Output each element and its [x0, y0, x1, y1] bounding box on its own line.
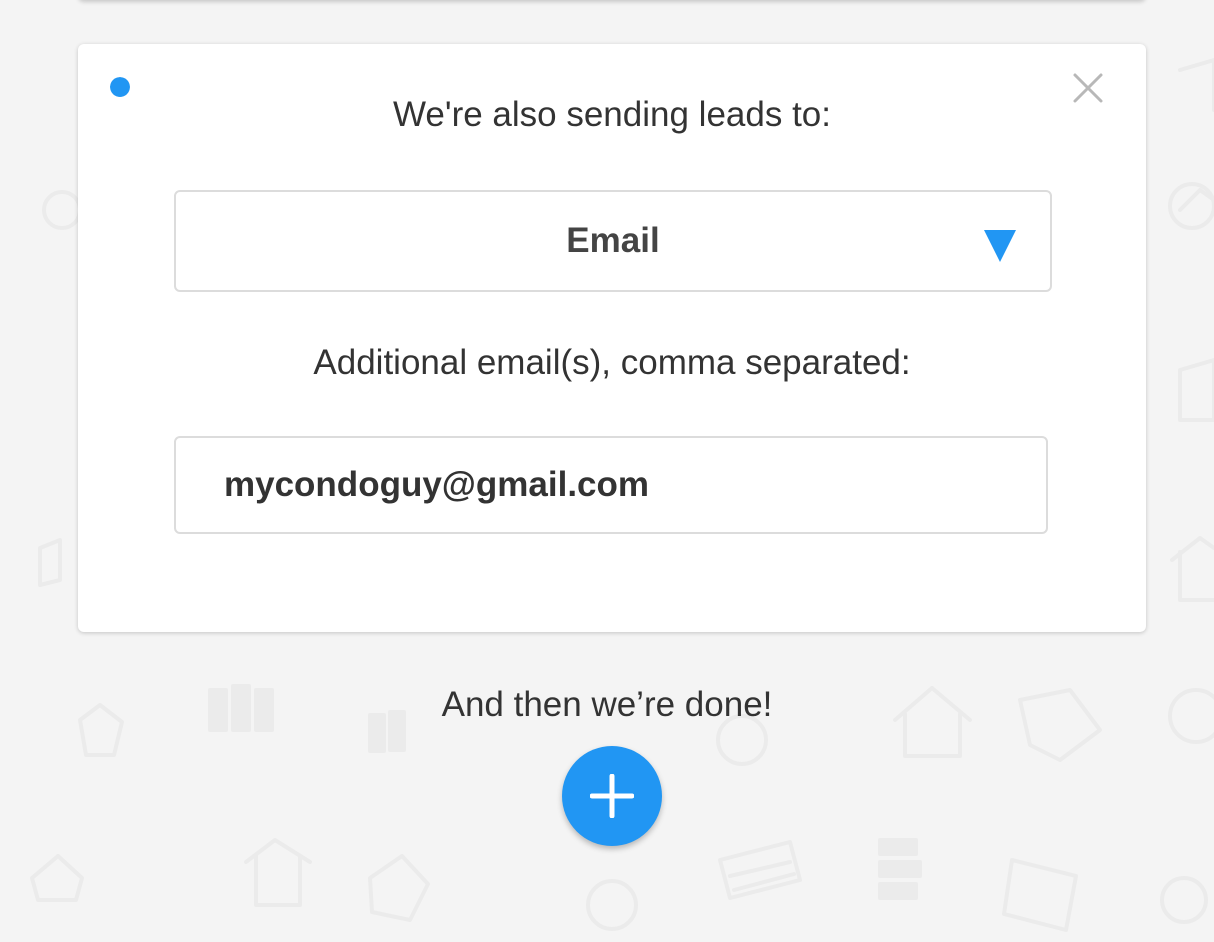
triangle-down-icon: [984, 230, 1016, 262]
plus-icon: [590, 774, 634, 818]
lead-destination-card: We're also sending leads to: Email Addit…: [78, 44, 1146, 632]
additional-emails-label: Additional email(s), comma separated:: [313, 343, 911, 382]
card-title: We're also sending leads to:: [393, 95, 831, 134]
lead-destination-select[interactable]: Email: [174, 190, 1052, 292]
add-button[interactable]: [562, 746, 662, 846]
done-message: And then we’re done!: [441, 685, 773, 724]
lead-destination-selected-value: Email: [566, 221, 660, 260]
additional-emails-input[interactable]: [174, 436, 1048, 534]
